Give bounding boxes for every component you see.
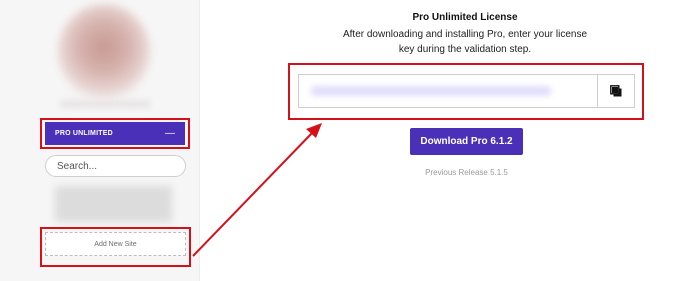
avatar: [58, 4, 150, 100]
download-button[interactable]: Download Pro 6.1.2: [410, 128, 523, 155]
account-name-redacted: [60, 100, 150, 108]
license-title: Pro Unlimited License: [412, 12, 518, 23]
download-label: Download Pro 6.1.2: [420, 136, 513, 147]
search-input[interactable]: [46, 156, 185, 176]
previous-release-link[interactable]: Previous Release 5.1.5: [410, 168, 523, 177]
highlight-add-site-box: [40, 227, 191, 267]
license-description: After downloading and installing Pro, en…: [342, 29, 588, 55]
site-list-item-redacted[interactable]: [55, 186, 172, 222]
highlight-license-key-box: [288, 63, 644, 120]
site-search: [45, 155, 186, 177]
highlight-plan-box: [40, 118, 190, 149]
